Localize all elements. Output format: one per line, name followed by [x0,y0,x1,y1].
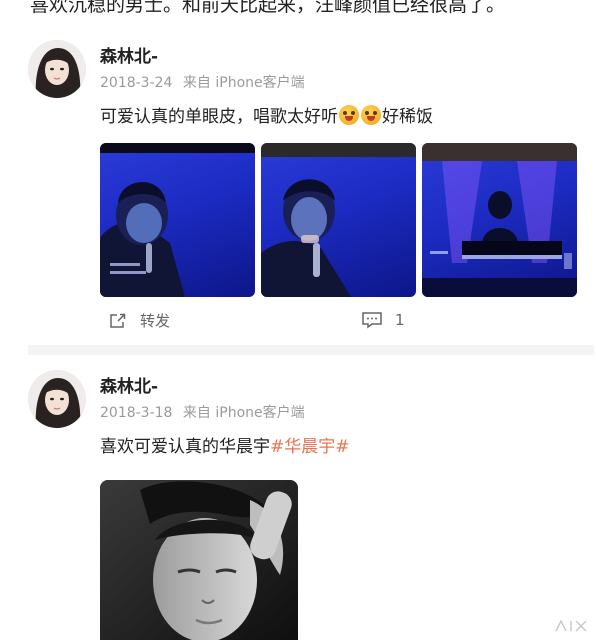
repost-button[interactable]: 转发 [108,310,170,331]
post-meta: 2018-3-24 来自 iPhone客户端 [100,72,311,92]
post-meta: 2018-3-18 来自 iPhone客户端 [100,402,311,422]
weibo-post-1: 森林北- 2018-3-24 来自 iPhone客户端 可爱认真的单眼皮，唱歌太… [0,30,596,355]
comment-count: 1 [395,311,405,329]
repost-icon [110,313,126,328]
weibo-post-2: 森林北- 2018-3-18 来自 iPhone客户端 喜欢可爱认真的华晨宇 #… [0,360,596,640]
post-text-part: 好稀饭 [382,107,433,127]
watermark-logo-icon [555,619,587,632]
photo-grid [100,143,577,297]
top-caption-text: 喜欢沉稳的男士。和前天比起来，汪峰颜值已经很高了。 [30,0,506,16]
post-date: 2018-3-24 [100,75,173,91]
post-source: 来自 iPhone客户端 [182,405,305,421]
post-text: 喜欢可爱认真的华晨宇 #华晨宇# [100,432,350,457]
post-actions: 转发 1 [108,310,408,334]
emoji-icon [339,104,359,125]
avatar[interactable] [28,370,86,428]
repost-label: 转发 [140,312,171,330]
post-date: 2018-3-18 [100,405,173,421]
post-text-part: 可爱认真的单眼皮，唱歌太好听 [100,107,338,127]
hashtag-link[interactable]: #华晨宇# [270,432,350,457]
post-source: 来自 iPhone客户端 [182,75,305,91]
post-divider [28,345,594,355]
post-photo[interactable] [422,143,577,297]
post-text: 可爱认真的单眼皮，唱歌太好听 好稀饭 [100,102,433,127]
avatar[interactable] [28,40,86,98]
post-photo[interactable] [100,143,255,297]
comment-button[interactable]: 1 [361,310,405,330]
emoji-icon [361,104,381,125]
username[interactable]: 森林北- [100,42,158,67]
comment-icon [362,312,382,329]
post-text-part: 喜欢可爱认真的华晨宇 [100,437,270,457]
watermark [554,619,588,636]
username[interactable]: 森林北- [100,372,158,397]
post-photo[interactable] [100,480,298,640]
post-photo[interactable] [261,143,416,297]
